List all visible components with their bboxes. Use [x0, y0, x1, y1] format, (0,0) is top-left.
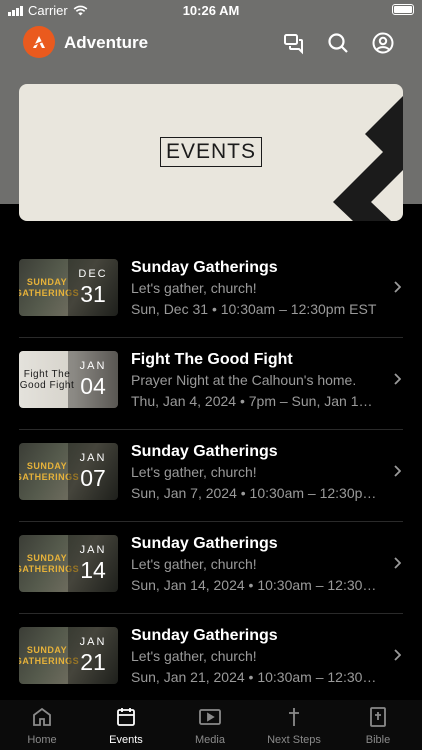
event-title: Sunday Gatherings — [131, 259, 278, 276]
thumbnail-caption-line: SUNDAY — [26, 460, 68, 471]
thumbnail-caption: SUNDAY GATHERINGS — [19, 535, 79, 592]
chevron-right-icon — [393, 648, 402, 664]
tab-media[interactable]: Media — [168, 706, 252, 746]
event-month: JAN — [79, 544, 107, 556]
event-datetime: Sun, Dec 31 • 10:30am – 12:30pm EST — [131, 301, 377, 317]
banner-chevron-graphic — [333, 84, 403, 221]
event-title: Sunday Gatherings — [131, 535, 278, 552]
event-title: Sunday Gatherings — [131, 443, 278, 460]
tab-media-label: Media — [195, 734, 225, 746]
event-subtitle: Prayer Night at the Calhoun's home. — [131, 372, 357, 388]
event-date-badge: JAN 07 — [68, 443, 118, 500]
tab-home-label: Home — [27, 734, 57, 746]
chevron-right-icon — [393, 372, 402, 388]
event-row[interactable]: SUNDAY GATHERINGS DEC 31 Sunday Gatherin… — [19, 246, 403, 338]
event-thumbnail: SUNDAY GATHERINGS DEC 31 — [19, 259, 118, 316]
tab-bible[interactable]: Bible — [336, 706, 420, 746]
event-date-badge: JAN 04 — [68, 351, 118, 408]
event-month: DEC — [78, 268, 108, 280]
event-subtitle: Let's gather, church! — [131, 648, 257, 664]
event-info: Sunday Gatherings Let's gather, church! … — [131, 534, 381, 596]
church-logo-icon[interactable] — [23, 26, 55, 58]
profile-icon[interactable] — [371, 31, 395, 55]
search-icon[interactable] — [326, 31, 350, 55]
event-datetime: Sun, Jan 14, 2024 • 10:30am – 12:30… — [131, 577, 377, 593]
events-banner: EVENTS — [19, 84, 403, 221]
app-header: Adventure — [0, 26, 422, 62]
thumbnail-caption-line: SUNDAY — [26, 552, 68, 563]
event-month: JAN — [79, 636, 107, 648]
event-date-badge: JAN 14 — [68, 535, 118, 592]
event-month: JAN — [79, 360, 107, 372]
event-thumbnail: SUNDAY GATHERINGS JAN 07 — [19, 443, 118, 500]
tab-next-steps[interactable]: Next Steps — [252, 706, 336, 746]
event-title: Fight The Good Fight — [131, 351, 293, 368]
play-icon — [199, 709, 221, 725]
event-day: 07 — [80, 465, 106, 491]
event-info: Sunday Gatherings Let's gather, church! … — [131, 626, 381, 688]
event-day: 31 — [80, 281, 106, 307]
event-info: Fight The Good Fight Prayer Night at the… — [131, 350, 381, 412]
event-date-badge: DEC 31 — [68, 259, 118, 316]
app-title: Adventure — [64, 33, 149, 52]
event-title: Sunday Gatherings — [131, 627, 278, 644]
event-info: Sunday Gatherings Let's gather, church! … — [131, 442, 381, 504]
calendar-icon — [117, 708, 135, 726]
home-icon — [33, 707, 51, 726]
event-date-badge: JAN 21 — [68, 627, 118, 684]
event-datetime: Sun, Jan 21, 2024 • 10:30am – 12:30… — [131, 669, 377, 685]
chevron-right-icon — [393, 464, 402, 480]
event-row[interactable]: Fight The Good Fight JAN 04 Fight The Go… — [19, 338, 403, 430]
status-time: 10:26 AM — [182, 3, 240, 18]
events-list: SUNDAY GATHERINGS DEC 31 Sunday Gatherin… — [0, 246, 422, 706]
tab-bible-label: Bible — [365, 734, 391, 746]
event-row[interactable]: SUNDAY GATHERINGS JAN 21 Sunday Gatherin… — [19, 614, 403, 706]
event-row[interactable]: SUNDAY GATHERINGS JAN 07 Sunday Gatherin… — [19, 430, 403, 522]
event-thumbnail: SUNDAY GATHERINGS JAN 14 — [19, 535, 118, 592]
event-subtitle: Let's gather, church! — [131, 280, 257, 296]
event-day: 14 — [80, 557, 106, 583]
tab-home[interactable]: Home — [0, 706, 84, 746]
event-info: Sunday Gatherings Let's gather, church! … — [131, 258, 381, 320]
tab-events[interactable]: Events — [84, 706, 168, 746]
battery-icon — [392, 4, 414, 15]
thumbnail-caption-line: SUNDAY — [26, 276, 68, 287]
thumbnail-caption: SUNDAY GATHERINGS — [19, 627, 79, 684]
event-datetime: Sun, Jan 7, 2024 • 10:30am – 12:30p… — [131, 485, 377, 501]
tab-events-label: Events — [109, 734, 143, 746]
tab-bar: Home Events Media Next Steps Bible — [0, 700, 422, 750]
event-subtitle: Let's gather, church! — [131, 556, 257, 572]
event-datetime: Thu, Jan 4, 2024 • 7pm – Sun, Jan 1… — [131, 393, 373, 409]
events-banner-label: EVENTS — [160, 137, 262, 167]
event-row[interactable]: SUNDAY GATHERINGS JAN 14 Sunday Gatherin… — [19, 522, 403, 614]
thumbnail-caption: SUNDAY GATHERINGS — [19, 259, 79, 316]
event-day: 21 — [80, 649, 106, 675]
bible-icon — [370, 707, 386, 727]
thumbnail-caption-line: SUNDAY — [26, 644, 68, 655]
status-bar: Carrier 10:26 AM — [0, 0, 422, 22]
thumbnail-caption: Fight The Good Fight — [19, 351, 75, 408]
event-month: JAN — [79, 452, 107, 464]
thumbnail-caption-line: Good Fight — [19, 379, 75, 391]
chevron-right-icon — [393, 280, 402, 296]
event-thumbnail: Fight The Good Fight JAN 04 — [19, 351, 118, 408]
event-subtitle: Let's gather, church! — [131, 464, 257, 480]
chat-icon[interactable] — [282, 31, 306, 55]
chevron-right-icon — [393, 556, 402, 572]
thumbnail-caption: SUNDAY GATHERINGS — [19, 443, 79, 500]
event-day: 04 — [80, 373, 106, 399]
tab-next-steps-label: Next Steps — [267, 734, 321, 746]
cross-icon — [289, 708, 299, 726]
thumbnail-caption-line: Fight The — [23, 368, 71, 380]
event-thumbnail: SUNDAY GATHERINGS JAN 21 — [19, 627, 118, 684]
